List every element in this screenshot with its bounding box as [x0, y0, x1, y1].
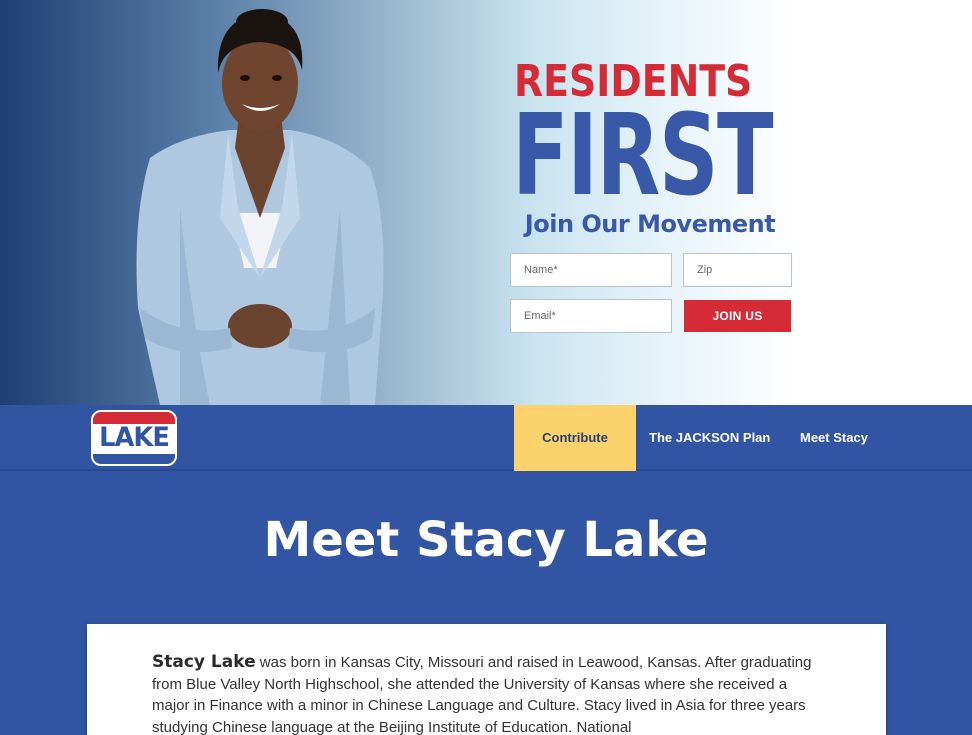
join-movement-tagline: Join Our Movement	[524, 210, 776, 238]
main-navigation: LAKE Contribute The JACKSON Plan Meet St…	[0, 405, 972, 471]
nav-jackson-plan[interactable]: The JACKSON Plan	[649, 405, 770, 471]
zip-input[interactable]	[683, 253, 792, 287]
nav-contribute[interactable]: Contribute	[514, 405, 636, 471]
nav-meet-stacy[interactable]: Meet Stacy	[800, 405, 868, 471]
page-title: Meet Stacy Lake	[263, 512, 709, 568]
name-input[interactable]	[510, 253, 672, 287]
bio-card: Stacy Lake was born in Kansas City, Miss…	[87, 624, 886, 735]
logo-blue-band	[93, 454, 175, 464]
bio-name: Stacy Lake	[152, 652, 256, 672]
email-input[interactable]	[510, 299, 672, 333]
bio-paragraph: Stacy Lake was born in Kansas City, Miss…	[152, 652, 822, 735]
hero-banner: RESIDENTS FIRST Join Our Movement JOIN U…	[0, 0, 972, 405]
logo-text: LAKE	[99, 422, 170, 453]
headline-first: FIRST	[512, 91, 774, 221]
candidate-portrait	[136, 9, 384, 405]
lake-logo[interactable]: LAKE	[91, 410, 177, 466]
join-us-button[interactable]: JOIN US	[684, 300, 791, 332]
